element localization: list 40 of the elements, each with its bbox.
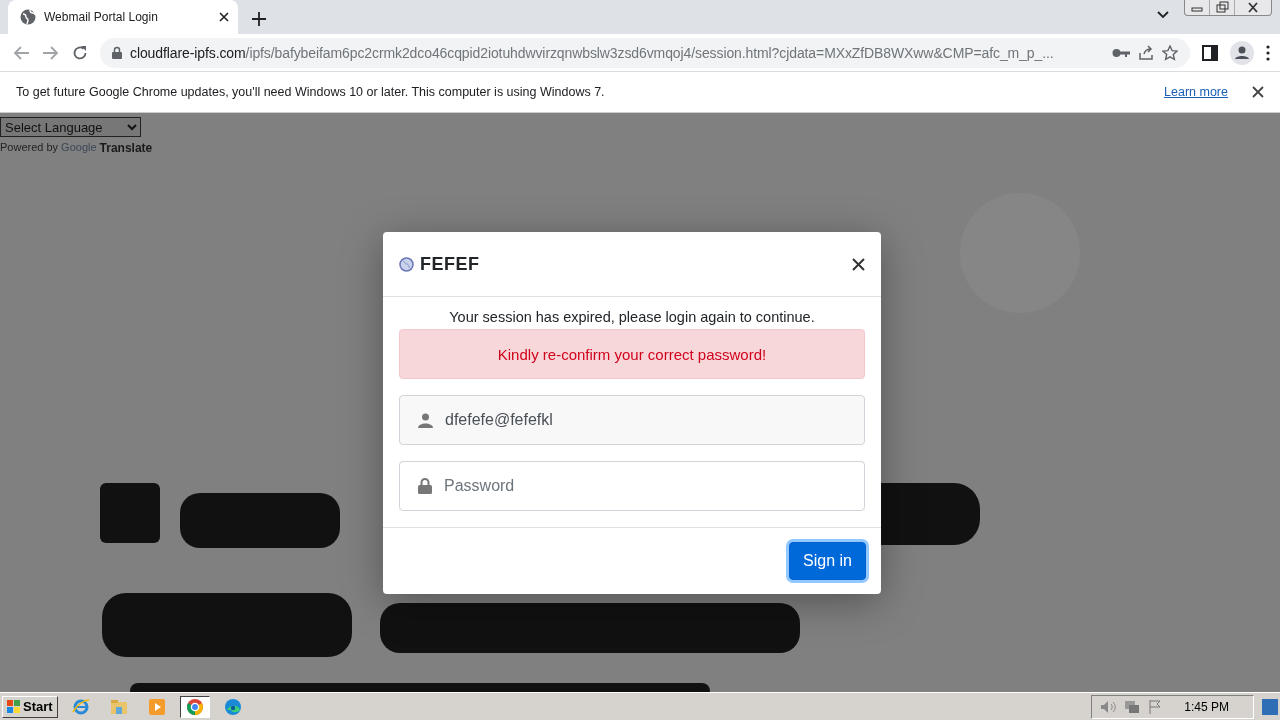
lock-icon (112, 46, 122, 59)
globe-icon (399, 256, 414, 272)
lock-icon (418, 478, 432, 494)
infobar-message: To get future Google Chrome updates, you'll need Windows 10 or later. This computer is using Windows 7. (16, 85, 606, 99)
google-logo-text: Google (61, 141, 97, 155)
browser-tab[interactable]: Webmail Portal Login (8, 0, 238, 34)
key-icon[interactable] (1112, 47, 1130, 58)
password-input[interactable]: Password (444, 477, 846, 495)
new-tab-icon[interactable] (252, 12, 266, 26)
session-message: Your session has expired, please login again to continue. (448, 309, 816, 325)
dialog-title: FEFEF (420, 253, 481, 275)
email-field[interactable]: dfefefe@fefefkl (399, 395, 865, 445)
close-icon[interactable] (852, 257, 865, 271)
address-bar[interactable]: cloudflare-ipfs.com/ipfs/bafybeifam6pc2crmk2dco46cqpid2iotuhdwvirzqnwbslw3zsd6vmqoj4/session.html?cjdata=MXxZfDB8WXww&CMP=afc_m_p_... (100, 37, 1190, 68)
windows-logo-icon (7, 699, 21, 714)
clock-text: 1:45 PM (1184, 699, 1229, 714)
language-select[interactable]: Select Language (0, 117, 141, 137)
url-text: cloudflare-ipfs.com/ipfs/bafybeifam6pc2crmk2dco46cqpid2iotuhdwvirzqnwbslw3zsd6vmqoj4/session.html?cjdata=MXxZfDB8WXww&CMP=afc_m_p_... (130, 44, 1055, 61)
browser-icon[interactable] (179, 695, 210, 718)
email-input[interactable]: dfefefe@fefefkl (445, 411, 846, 429)
user-icon (418, 412, 433, 428)
tab-search-icon[interactable] (1156, 10, 1170, 20)
translate-text: Translate (99, 141, 153, 155)
profile-avatar[interactable] (1230, 40, 1254, 65)
flag-icon[interactable] (1148, 699, 1163, 714)
globe-icon (20, 9, 36, 25)
share-icon[interactable] (1138, 44, 1154, 61)
start-button[interactable]: Start (2, 695, 58, 718)
password-field[interactable]: Password (399, 461, 865, 511)
close-icon[interactable] (1252, 86, 1264, 98)
learn-more-link[interactable]: Learn more (1164, 85, 1228, 99)
side-panel-icon[interactable] (1202, 44, 1218, 61)
menu-icon[interactable] (1266, 44, 1270, 61)
sign-in-button[interactable]: Sign in (789, 542, 866, 580)
error-alert: Kindly re-confirm your correct password! (399, 329, 865, 379)
star-icon[interactable] (1162, 44, 1178, 61)
reload-icon[interactable] (72, 44, 88, 61)
powered-by-text: Powered by (0, 141, 59, 155)
close-icon[interactable] (218, 11, 230, 23)
tab-title: Webmail Portal Login (44, 10, 159, 24)
